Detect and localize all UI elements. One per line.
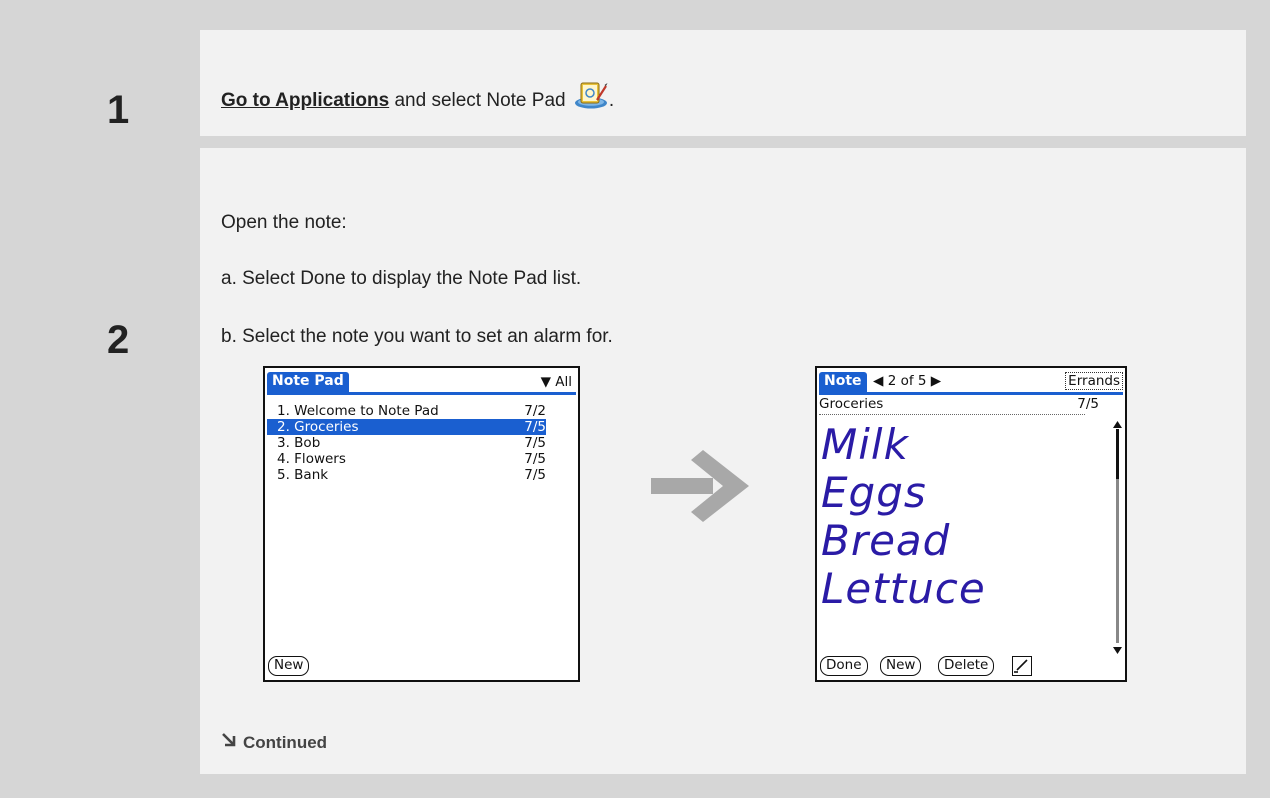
scrollbar[interactable]: [1113, 421, 1122, 655]
title-underline: [819, 392, 1123, 395]
pager-text: 2 of 5: [887, 373, 927, 389]
list-item-label: 5. Bank: [277, 467, 329, 483]
pen-tool-icon[interactable]: [1012, 656, 1032, 676]
open-note-heading: Open the note:: [221, 212, 347, 233]
step-1-content: Go to Applications and select Note Pad .: [200, 30, 1246, 136]
screen-title-tab: Note Pad: [267, 372, 349, 393]
list-item-label: 1. Welcome to Note Pad: [277, 403, 439, 419]
continued-label: Continued: [243, 733, 328, 752]
handwritten-line: Milk: [821, 420, 909, 469]
previous-note-icon[interactable]: ◀: [873, 373, 883, 389]
step-1-period: .: [608, 90, 615, 111]
screen-title-tab: Note: [819, 372, 867, 393]
new-button[interactable]: New: [880, 656, 922, 676]
step-1-instruction: Go to Applications and select Note Pad .: [221, 80, 614, 112]
note-title: Groceries: [819, 396, 884, 412]
substep-b: b. Select the note you want to set an al…: [221, 326, 613, 347]
delete-button[interactable]: Delete: [938, 656, 995, 676]
list-item[interactable]: 1. Welcome to Note Pad 7/2: [267, 403, 546, 419]
title-divider: [819, 414, 1085, 415]
done-button[interactable]: Done: [820, 656, 868, 676]
category-value: All: [555, 374, 572, 390]
list-item-label: 3. Bob: [277, 435, 321, 451]
step-1-text: and select Note Pad: [389, 90, 571, 111]
list-item[interactable]: 3. Bob 7/5: [267, 435, 546, 451]
list-item-date: 7/5: [524, 435, 546, 451]
list-item-selected[interactable]: 2. Groceries 7/5: [267, 419, 546, 435]
handwritten-line: Lettuce: [821, 564, 986, 613]
list-item-label: 4. Flowers: [277, 451, 346, 467]
list-item[interactable]: 5. Bank 7/5: [267, 467, 546, 483]
notepad-app-icon: [573, 80, 609, 110]
step-number: 1: [107, 88, 130, 132]
handwritten-line: Bread: [821, 516, 951, 565]
list-item[interactable]: 4. Flowers 7/5: [267, 451, 546, 467]
right-arrow-icon: [651, 450, 751, 527]
title-underline: [267, 392, 576, 395]
step-2-content: Open the note: a. Select Done to display…: [200, 148, 1246, 774]
list-item-date: 7/2: [524, 403, 546, 419]
list-item-date: 7/5: [524, 451, 546, 467]
dropdown-triangle-icon: ▼: [540, 374, 551, 390]
list-item-label: 2. Groceries: [277, 419, 359, 435]
continued-indicator: Continued: [221, 732, 327, 753]
list-item-date: 7/5: [524, 419, 546, 435]
note-pager: ◀ 2 of 5 ▶: [873, 373, 941, 389]
handwritten-line: Eggs: [821, 468, 927, 517]
step-number: 2: [107, 318, 130, 362]
new-button[interactable]: New: [268, 656, 310, 676]
note-pad-list-screen: Note Pad ▼ All 1. Welcome to Note Pad 7/…: [263, 366, 580, 682]
category-selector[interactable]: Errands: [1065, 372, 1123, 390]
step-2-number-column: 2: [37, 148, 200, 774]
category-dropdown[interactable]: ▼ All: [541, 374, 572, 390]
next-note-icon[interactable]: ▶: [931, 373, 941, 389]
note-detail-screen: Note ◀ 2 of 5 ▶ Errands Groceries 7/5 Mi…: [815, 366, 1127, 682]
list-item-date: 7/5: [524, 467, 546, 483]
go-to-applications-link[interactable]: Go to Applications: [221, 90, 389, 111]
step-1-number-column: 1: [37, 30, 200, 136]
continued-arrow-icon: [221, 732, 237, 753]
substep-a: a. Select Done to display the Note Pad l…: [221, 268, 582, 289]
note-date: 7/5: [1077, 396, 1099, 412]
